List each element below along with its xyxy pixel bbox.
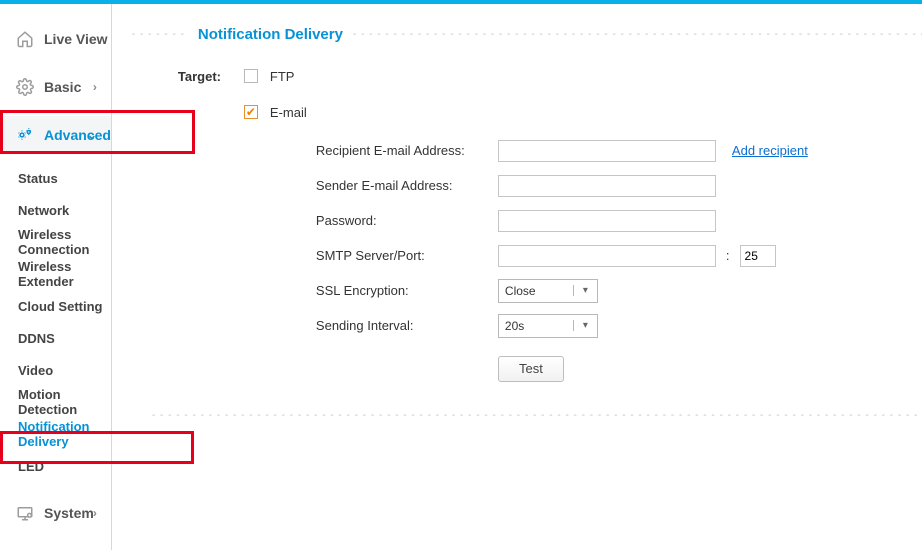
test-button[interactable]: Test (498, 356, 564, 382)
chevron-right-icon: › (93, 506, 97, 520)
add-recipient-link[interactable]: Add recipient (732, 143, 808, 158)
option-label-ftp: FTP (270, 69, 295, 84)
email-form: Recipient E-mail Address: Add recipient … (132, 133, 922, 386)
smtp-colon: : (716, 248, 740, 263)
sidebar-item-basic[interactable]: Basic › (0, 68, 111, 106)
sidebar-item-network[interactable]: Network (0, 194, 111, 226)
row-target-ftp: Target: FTP (132, 61, 922, 91)
divider-left: - - - - - - - - - - - - (132, 29, 188, 40)
chevron-down-icon: ⌄ (87, 128, 97, 142)
label-smtp: SMTP Server/Port: (316, 248, 498, 263)
label-recipient: Recipient E-mail Address: (316, 143, 498, 158)
label-ssl: SSL Encryption: (316, 283, 498, 298)
sidebar-item-wireless-extender[interactable]: Wireless Extender (0, 258, 111, 290)
sidebar-label: Status (18, 171, 58, 186)
sidebar-label: Live View (44, 31, 108, 47)
sidebar: Live View Basic › Advanced ⌄ Status Netw… (0, 4, 112, 550)
sidebar-label: Basic (44, 79, 81, 95)
interval-dropdown[interactable]: 20s ▾ (498, 314, 598, 338)
sidebar-label: Video (18, 363, 53, 378)
recipient-email-input[interactable] (498, 140, 716, 162)
gears-icon (14, 126, 36, 144)
ssl-dropdown[interactable]: Close ▾ (498, 279, 598, 303)
divider-right: - - - - - - - - - - - - - - - - - - - - … (353, 29, 922, 40)
interval-dropdown-value: 20s (499, 319, 573, 333)
password-input[interactable] (498, 210, 716, 232)
sidebar-item-status[interactable]: Status (0, 162, 111, 194)
checkbox-ftp[interactable] (244, 69, 258, 83)
label-interval: Sending Interval: (316, 318, 498, 333)
sidebar-label: Network (18, 203, 69, 218)
smtp-port-input[interactable] (740, 245, 776, 267)
sidebar-item-system[interactable]: System › (0, 494, 111, 532)
label-sender: Sender E-mail Address: (316, 178, 498, 193)
chevron-down-icon: ▾ (573, 320, 597, 331)
sidebar-label: Cloud Setting (18, 299, 103, 314)
sidebar-item-video[interactable]: Video (0, 354, 111, 386)
sidebar-item-cloud-setting[interactable]: Cloud Setting (0, 290, 111, 322)
section-divider: - - - - - - - - - - - - - - - - - - - - … (132, 410, 922, 421)
main-content: - - - - - - - - - - - - Notification Del… (112, 4, 922, 550)
section-header: - - - - - - - - - - - - Notification Del… (132, 26, 922, 43)
home-icon (14, 30, 36, 48)
sidebar-label: Wireless Extender (18, 259, 111, 289)
sidebar-item-motion-detection[interactable]: Motion Detection (0, 386, 111, 418)
sidebar-item-ddns[interactable]: DDNS (0, 322, 111, 354)
sidebar-item-led[interactable]: LED (0, 450, 111, 482)
label-password: Password: (316, 213, 498, 228)
label-target: Target: (132, 69, 232, 84)
checkbox-email[interactable]: ✔ (244, 105, 258, 119)
sidebar-label: Advanced (44, 127, 111, 143)
section-title: Notification Delivery (188, 26, 353, 43)
smtp-server-input[interactable] (498, 245, 716, 267)
sidebar-item-wireless-connection[interactable]: Wireless Connection (0, 226, 111, 258)
sidebar-label: Motion Detection (18, 387, 111, 417)
sidebar-label: LED (18, 459, 44, 474)
chevron-right-icon: › (93, 80, 97, 94)
option-label-email: E-mail (270, 105, 307, 120)
ssl-dropdown-value: Close (499, 284, 573, 298)
chevron-down-icon: ▾ (573, 285, 597, 296)
sidebar-label: System (44, 505, 94, 521)
row-target-email: ✔ E-mail (132, 97, 922, 127)
sender-email-input[interactable] (498, 175, 716, 197)
sidebar-item-live-view[interactable]: Live View (0, 20, 111, 58)
gear-icon (14, 78, 36, 96)
sidebar-item-notification-delivery[interactable]: Notification Delivery (0, 418, 111, 450)
sidebar-item-advanced[interactable]: Advanced ⌄ (0, 116, 111, 154)
sidebar-label: DDNS (18, 331, 55, 346)
sidebar-label: Notification Delivery (18, 419, 111, 449)
system-icon (14, 504, 36, 522)
sidebar-label: Wireless Connection (18, 227, 111, 257)
